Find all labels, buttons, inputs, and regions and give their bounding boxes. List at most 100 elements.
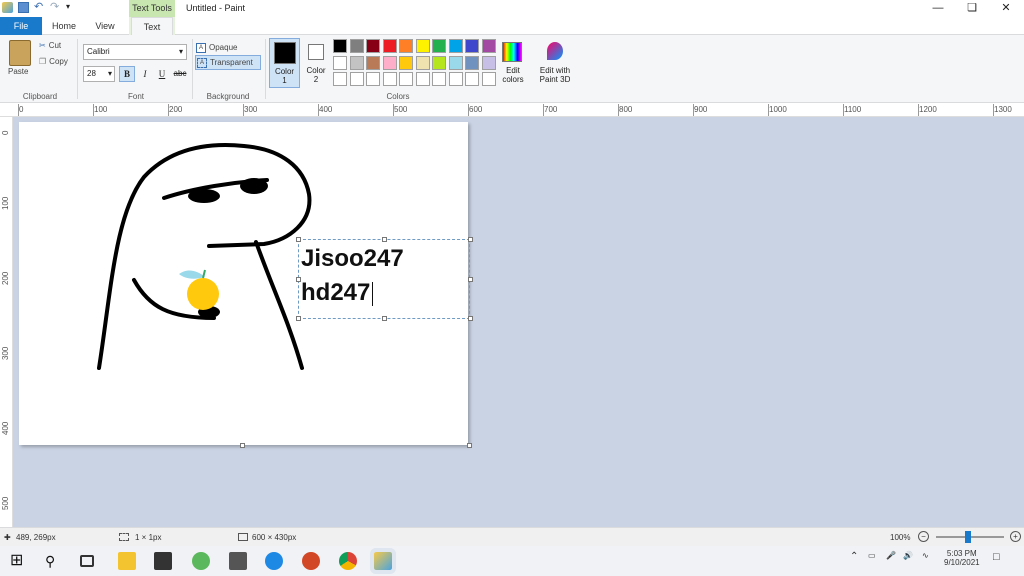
palette-swatch-empty[interactable] — [382, 72, 397, 86]
tab-view[interactable]: View — [86, 17, 124, 35]
palette-swatch-empty[interactable] — [366, 72, 380, 86]
zoom-level: 100% — [890, 533, 911, 542]
palette-swatch[interactable] — [481, 39, 496, 53]
chrome-icon[interactable] — [339, 552, 357, 570]
copy-button[interactable]: ❐ Copy — [39, 57, 68, 66]
store-icon[interactable] — [154, 552, 172, 570]
palette-swatch-empty[interactable] — [349, 72, 364, 86]
edit-with-paint3d-button[interactable]: Edit with Paint 3D — [533, 38, 577, 88]
palette-swatch[interactable] — [465, 55, 479, 70]
underline-button[interactable]: U — [154, 66, 170, 82]
palette-swatch[interactable] — [349, 39, 364, 53]
tray-overflow-icon[interactable]: ⌃ — [850, 551, 858, 562]
ribbon-tabs: File Home View Text — [0, 17, 1024, 36]
paste-button[interactable]: Paste — [8, 67, 28, 76]
ruler-tick — [993, 104, 994, 116]
strikethrough-button[interactable]: abc — [171, 66, 189, 82]
textbox-handle[interactable] — [296, 237, 301, 242]
canvas-resize-handle-corner[interactable] — [467, 443, 472, 448]
group-separator — [192, 39, 193, 99]
ruler-tick-label: 600 — [469, 105, 483, 114]
paste-icon[interactable] — [9, 40, 31, 66]
undo-icon[interactable]: ↶ — [34, 2, 45, 13]
search-icon[interactable]: ⚲ — [45, 552, 63, 570]
palette-swatch[interactable] — [366, 55, 380, 70]
textbox-handle[interactable] — [468, 237, 473, 242]
palette-swatch[interactable] — [333, 39, 347, 53]
cut-button[interactable]: ✂ Cut — [39, 41, 61, 50]
microphone-icon[interactable]: 🎤 — [886, 551, 896, 560]
colors-group-label: Colors — [386, 92, 410, 101]
close-button[interactable]: ✕ — [989, 0, 1023, 17]
zoom-out-button[interactable]: − — [918, 531, 929, 542]
palette-swatch-empty[interactable] — [432, 72, 446, 86]
palette-swatch[interactable] — [399, 55, 413, 70]
palette-swatch-empty[interactable] — [333, 72, 347, 86]
palette-swatch-empty[interactable] — [448, 72, 463, 86]
vertical-ruler: 0 100 200 300 400 500 — [0, 117, 13, 527]
character-eye-right — [240, 178, 268, 194]
task-view-icon[interactable] — [80, 555, 94, 567]
minimize-button[interactable]: — — [921, 0, 955, 17]
zoom-slider-thumb[interactable] — [965, 531, 971, 543]
font-size-select[interactable]: 28 ▾ — [83, 66, 115, 82]
customize-toolbar-icon[interactable]: ▾ — [66, 2, 77, 13]
palette-swatch-empty[interactable] — [415, 72, 430, 86]
clock[interactable]: 5:03 PM 9/10/2021 — [944, 549, 980, 567]
font-group-label: Font — [127, 92, 144, 101]
redo-icon[interactable]: ↷ — [50, 2, 61, 13]
palette-swatch[interactable] — [432, 39, 446, 53]
ribbon: Paste ✂ Cut ❐ Copy Clipboard Calibri ▾ 2… — [0, 35, 1024, 103]
palette-swatch[interactable] — [448, 39, 463, 53]
textbox-handle[interactable] — [382, 316, 387, 321]
palette-swatch-empty[interactable] — [481, 72, 496, 86]
blue-app-icon[interactable] — [265, 552, 283, 570]
wifi-icon[interactable]: ∿ — [922, 551, 929, 560]
textbox-handle[interactable] — [382, 237, 387, 242]
color2-button[interactable]: Color 2 — [303, 38, 329, 88]
file-explorer-icon[interactable] — [118, 552, 136, 570]
bold-button[interactable]: B — [119, 66, 135, 82]
green-app-icon[interactable] — [192, 552, 210, 570]
palette-swatch[interactable] — [481, 55, 496, 70]
palette-swatch[interactable] — [448, 55, 463, 70]
palette-swatch[interactable] — [432, 55, 446, 70]
save-icon[interactable] — [18, 2, 29, 13]
palette-swatch[interactable] — [349, 55, 364, 70]
edit-colors-button[interactable]: Edit colors — [500, 38, 526, 88]
palette-swatch-empty[interactable] — [399, 72, 413, 86]
textbox-handle[interactable] — [296, 316, 301, 321]
tab-home[interactable]: Home — [45, 17, 83, 35]
palette-swatch[interactable] — [382, 55, 397, 70]
palette-swatch[interactable] — [465, 39, 479, 53]
palette-swatch[interactable] — [415, 39, 430, 53]
notifications-icon[interactable]: □ — [993, 551, 1000, 563]
tab-file[interactable]: File — [0, 17, 42, 35]
volume-icon[interactable]: 🔊 — [903, 551, 913, 560]
palette-swatch[interactable] — [399, 39, 413, 53]
ruler-tick-label: 700 — [544, 105, 558, 114]
palette-swatch-empty[interactable] — [465, 72, 479, 86]
network-icon[interactable]: ▭ — [868, 551, 876, 560]
transparent-button[interactable]: A Transparent — [195, 55, 261, 70]
italic-button[interactable]: I — [137, 66, 153, 82]
windows-start-icon[interactable]: ⊞ — [10, 552, 28, 570]
restore-button[interactable]: ❏ — [955, 0, 989, 17]
palette-swatch[interactable] — [366, 39, 380, 53]
textbox-handle[interactable] — [468, 316, 473, 321]
zoom-in-button[interactable]: + — [1010, 531, 1021, 542]
tab-text[interactable]: Text — [131, 17, 173, 36]
horizontal-ruler: 0 100 200 300 400 500 600 700 800 900 1000 1100 1200… — [0, 104, 1024, 117]
ruler-tick — [693, 104, 694, 116]
paint-taskbar-icon[interactable] — [370, 548, 396, 574]
calculator-icon[interactable] — [229, 552, 247, 570]
font-family-select[interactable]: Calibri ▾ — [83, 44, 187, 60]
palette-swatch[interactable] — [382, 39, 397, 53]
palette-swatch[interactable] — [333, 55, 347, 70]
color1-button[interactable]: Color 1 — [269, 38, 300, 88]
opaque-button[interactable]: A Opaque — [196, 41, 237, 54]
canvas-resize-handle-bottom[interactable] — [240, 443, 245, 448]
palette-swatch[interactable] — [415, 55, 430, 70]
powerpoint-icon[interactable] — [302, 552, 320, 570]
textbox-handle[interactable] — [468, 277, 473, 282]
